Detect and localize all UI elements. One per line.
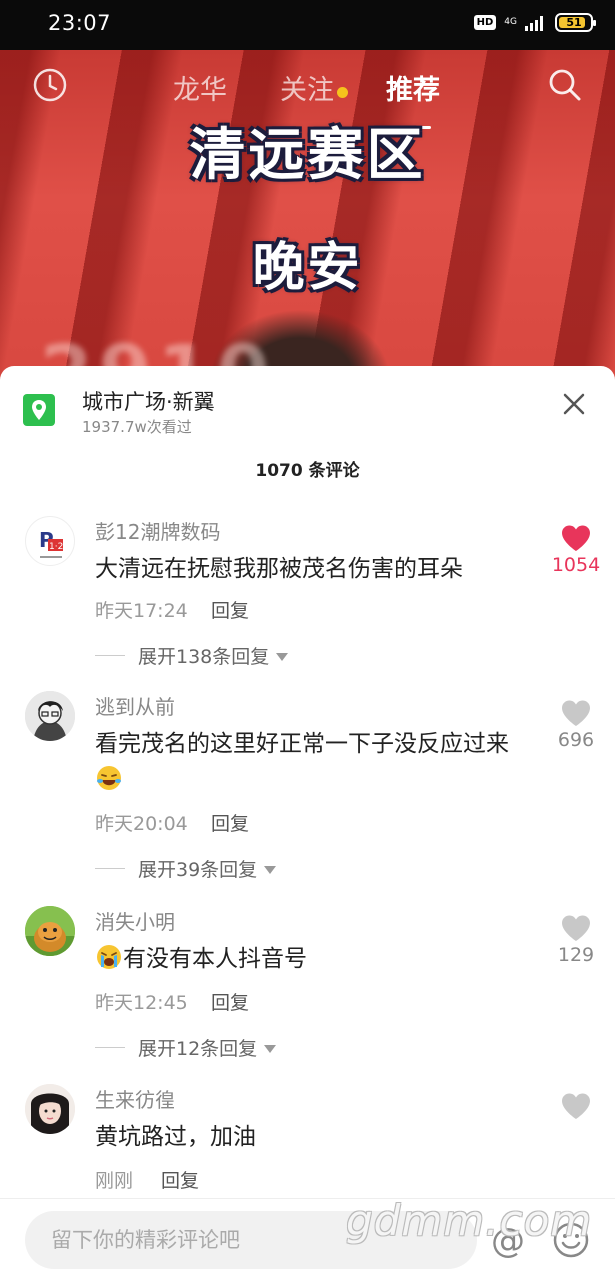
watermark: gdmm.com	[346, 1196, 593, 1245]
heart-icon	[562, 1093, 590, 1119]
like-button[interactable]	[545, 1092, 607, 1120]
reply-button[interactable]: 回复	[161, 1166, 199, 1193]
comment-item: 消失小明 有没有本人抖音号 昨天12:45 回复 展开12条回复 129	[0, 906, 615, 1071]
reply-button[interactable]: 回复	[211, 596, 249, 623]
location-views: 1937.7w次看过	[82, 418, 192, 436]
battery-icon: 51	[555, 13, 596, 32]
signal-icon	[525, 15, 543, 31]
like-button[interactable]: 1054	[545, 524, 607, 576]
heart-icon	[562, 915, 590, 941]
expand-replies-button[interactable]: 展开138条回复	[95, 642, 289, 669]
like-count: 1054	[551, 554, 601, 576]
hd-badge: HD	[473, 15, 497, 30]
tab-following[interactable]: 关注	[280, 68, 334, 107]
status-bar: 23:07 HD 4G 51	[0, 0, 615, 50]
avatar[interactable]	[25, 691, 75, 741]
nav-tabs: 龙华 关注 推荐	[0, 68, 615, 129]
comment-item: 逃到从前 看完茂名的这里好正常一下子没反应过来 昨天20:04 回复 展开39条…	[0, 691, 615, 891]
expand-replies-label: 展开39条回复	[138, 859, 258, 881]
comment-text-body: 有没有本人抖音号	[123, 946, 307, 972]
video-caption-line2: 晚安	[252, 238, 363, 298]
status-indicators: HD 4G 51	[473, 13, 596, 32]
comment-username[interactable]: 彭12潮牌数码	[95, 516, 220, 545]
comment-text: 有没有本人抖音号	[95, 941, 535, 977]
comment-text: 黄坑路过，加油	[95, 1124, 256, 1150]
status-time: 23:07	[48, 11, 112, 35]
laughing-crying-emoji-icon	[97, 766, 121, 790]
caret-down-icon	[276, 652, 289, 661]
reply-button[interactable]: 回复	[211, 809, 249, 836]
avatar[interactable]	[25, 906, 75, 956]
comment-text-body: 看完茂名的这里好正常一下子没反应过来	[95, 731, 509, 757]
comment-item: P 1·2 彭12潮牌数码 大清远在抚慰我那被茂名伤害的耳朵 昨天17:24 回…	[0, 516, 615, 681]
comment-username[interactable]: 消失小明	[95, 906, 175, 935]
comment-count: 1070 条评论	[255, 461, 360, 481]
comment-time: 昨天12:45	[95, 992, 188, 1014]
avatar[interactable]: P 1·2	[25, 516, 75, 566]
close-icon[interactable]	[560, 390, 588, 418]
network-type: 4G	[504, 17, 517, 27]
comment-item: 生来彷徨 黄坑路过，加油 刚刚 回复	[0, 1084, 615, 1204]
avatar[interactable]	[25, 1084, 75, 1134]
like-button[interactable]: 696	[545, 699, 607, 751]
tab-recommend[interactable]: 推荐	[386, 68, 440, 107]
comment-time: 刚刚	[95, 1170, 134, 1192]
heart-icon	[562, 700, 590, 726]
like-count: 129	[557, 944, 595, 966]
search-icon[interactable]	[547, 67, 583, 103]
expand-replies-label: 展开12条回复	[138, 1038, 258, 1060]
comment-time: 昨天17:24	[95, 600, 188, 622]
expand-replies-button[interactable]: 展开39条回复	[95, 855, 277, 882]
loudly-crying-emoji-icon	[97, 945, 121, 969]
comment-text: 看完茂名的这里好正常一下子没反应过来	[95, 726, 535, 798]
battery-level: 51	[566, 16, 582, 29]
comment-username[interactable]: 逃到从前	[95, 691, 175, 720]
comment-text: 大清远在抚慰我那被茂名伤害的耳朵	[95, 556, 463, 582]
caret-down-icon	[264, 865, 277, 874]
location-name[interactable]: 城市广场·新翼	[82, 386, 215, 416]
expand-replies-button[interactable]: 展开12条回复	[95, 1034, 277, 1061]
location-row[interactable]: 城市广场·新翼 1937.7w次看过	[0, 366, 615, 450]
tab-longhua[interactable]: 龙华	[173, 68, 227, 107]
comment-time: 昨天20:04	[95, 813, 188, 835]
like-count: 696	[557, 729, 595, 751]
location-pin-icon	[23, 394, 55, 426]
svg-text:1·2: 1·2	[49, 542, 63, 552]
video-caption-line1: 清远赛区	[189, 123, 426, 188]
like-button[interactable]: 129	[545, 914, 607, 966]
reply-button[interactable]: 回复	[211, 988, 249, 1015]
comment-sheet: 城市广场·新翼 1937.7w次看过 1070 条评论 P 1·2 彭12潮牌数…	[0, 366, 615, 1280]
heart-icon	[562, 525, 590, 551]
caret-down-icon	[264, 1044, 277, 1053]
comment-username[interactable]: 生来彷徨	[95, 1084, 175, 1113]
notification-dot	[337, 87, 348, 98]
expand-replies-label: 展开138条回复	[138, 646, 270, 668]
